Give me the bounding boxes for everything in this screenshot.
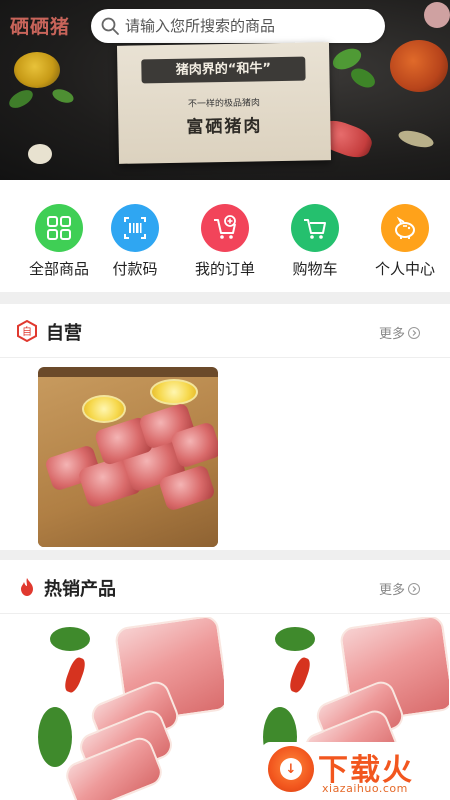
menu-label: 我的订单 [194, 260, 255, 278]
promo-ribbon: 猪肉界的“和牛” [141, 56, 306, 84]
decor-basil [347, 64, 379, 92]
decor-garlic [28, 144, 52, 164]
watermark-url: xiazaihuo.com [322, 782, 408, 795]
more-label: 更多 [378, 327, 405, 342]
menu-item-shopping-cart[interactable]: 购物车 [270, 204, 360, 279]
promo-title: 富硒猪肉 [186, 116, 263, 138]
decor-leaf [6, 86, 36, 112]
decor-herb [275, 627, 315, 651]
menu-item-personal-center[interactable]: 个人中心 [360, 204, 450, 279]
section-title: 自营 [46, 323, 82, 344]
download-arrow-icon: ↓ [280, 758, 302, 780]
brand-logo-text: 硒硒猪 [10, 16, 71, 38]
decor-herb [38, 707, 72, 767]
decor-lemon [82, 395, 126, 423]
app-page: 硒硒猪 猪肉界的“和牛” 不一样的极品猪肉 富硒猪肉 [0, 0, 450, 800]
decor-spice-bowl [390, 40, 448, 92]
flame-icon [16, 576, 38, 598]
menu-label: 付款码 [112, 260, 158, 278]
decor-bay-leaf [396, 127, 436, 151]
section-divider [0, 550, 450, 560]
more-label: 更多 [378, 583, 405, 598]
grid-icon [35, 204, 83, 252]
section-divider [0, 292, 450, 304]
decor-leaf [50, 86, 76, 106]
more-link[interactable]: 更多 [379, 323, 420, 342]
watermark: ↓ 下载火 xiazaihuo.com [262, 742, 450, 800]
svg-text:自: 自 [22, 325, 32, 338]
section-header-hot-products: 热销产品 更多 [0, 560, 450, 614]
decor-oil-bowl [14, 52, 60, 88]
self-badge-icon: 自 [16, 319, 38, 343]
piggy-bank-icon [381, 204, 429, 252]
download-fire-logo-icon: ↓ [268, 746, 314, 792]
menu-item-payment-code[interactable]: 付款码 [90, 204, 180, 279]
chevron-right-icon [408, 582, 420, 595]
decor-flower [424, 2, 450, 28]
section-header-self-operated: 自 自营 更多 [0, 304, 450, 358]
promo-subtitle: 不一样的极品猪肉 [187, 98, 261, 110]
promo-board: 猪肉界的“和牛” 不一样的极品猪肉 富硒猪肉 [116, 42, 332, 164]
decor-chili [287, 655, 313, 695]
search-input[interactable] [125, 17, 375, 35]
chevron-right-icon [408, 326, 420, 339]
menu-item-my-orders[interactable]: 我的订单 [180, 204, 270, 279]
cart-icon [291, 204, 339, 252]
barcode-icon [111, 204, 159, 252]
more-link[interactable]: 更多 [379, 579, 420, 598]
search-icon [99, 15, 121, 37]
menu-label: 全部商品 [28, 260, 89, 278]
decor-chili [62, 655, 88, 695]
section-title: 热销产品 [44, 579, 116, 600]
search-bar[interactable] [91, 9, 385, 43]
menu-label: 购物车 [292, 260, 338, 278]
decor-herb [50, 627, 90, 651]
hero-banner[interactable]: 硒硒猪 猪肉界的“和牛” 不一样的极品猪肉 富硒猪肉 [0, 0, 450, 180]
menu-label: 个人中心 [374, 260, 435, 278]
cart-add-icon [201, 204, 249, 252]
category-menu: 全部商品 付款码 我的订单 购物车 个人中心 [0, 180, 450, 292]
decor-lemon [150, 379, 198, 405]
product-card-pork-ribs[interactable] [38, 367, 218, 547]
product-card-pork-chops[interactable] [32, 617, 224, 800]
